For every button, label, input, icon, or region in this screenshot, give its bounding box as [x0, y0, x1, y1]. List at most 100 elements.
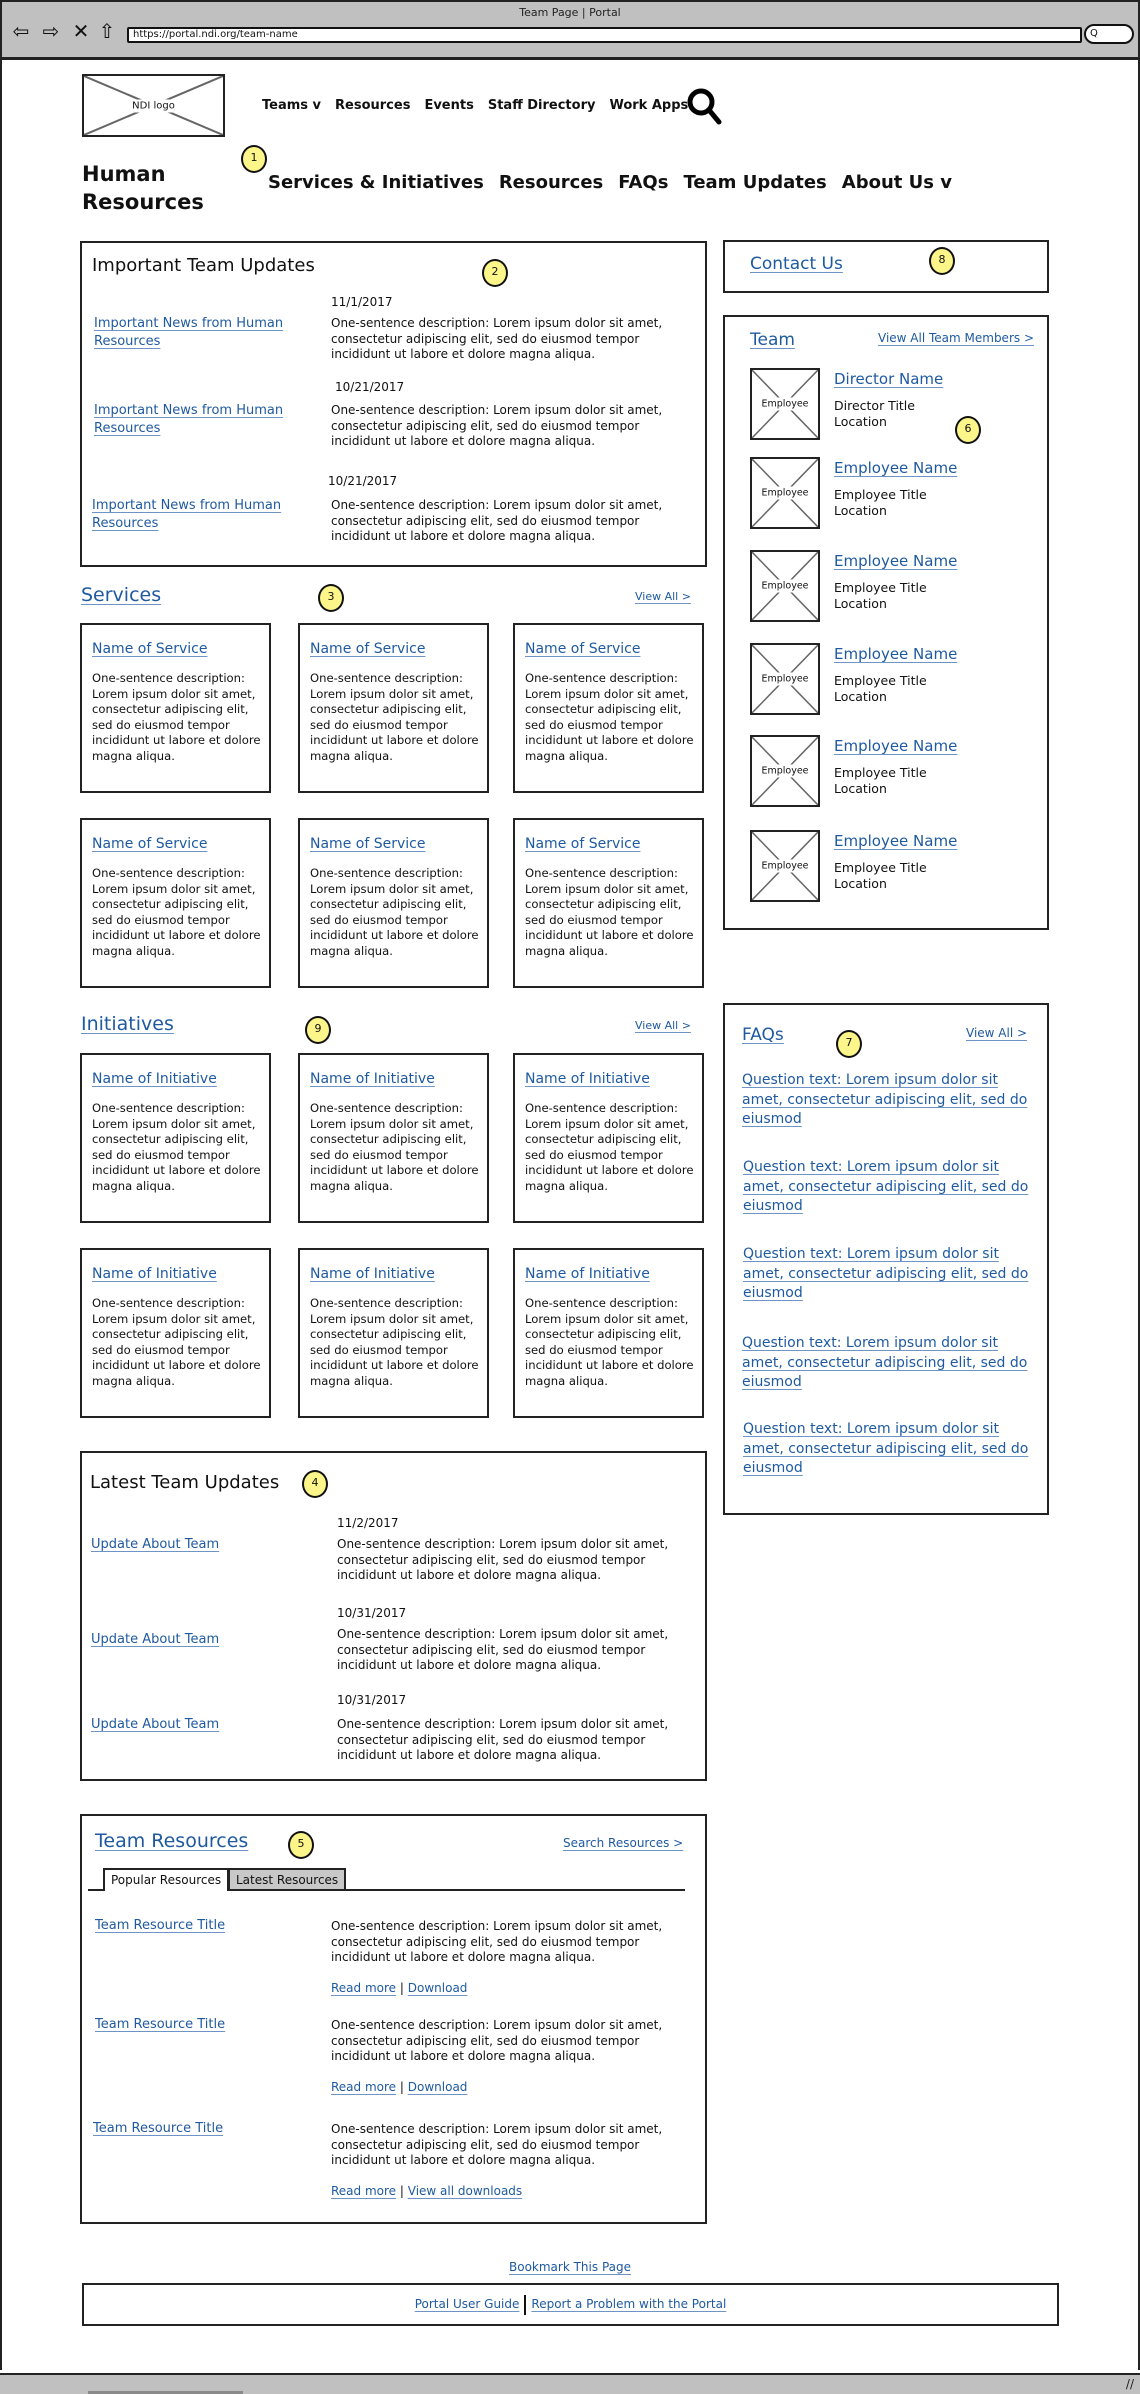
service-name-link[interactable]: Name of Service [92, 836, 207, 852]
services-title[interactable]: Services [81, 584, 161, 606]
read-more-link[interactable]: Read more [331, 2184, 396, 2198]
section-nav-services-initiatives[interactable]: Services & Initiatives [268, 172, 484, 193]
update-date: 11/2/2017 [337, 1516, 399, 1530]
browser-search-field[interactable]: Q [1084, 24, 1134, 44]
initiative-name-link[interactable]: Name of Initiative [525, 1071, 650, 1087]
initiative-description: One-sentence description: Lorem ipsum do… [92, 1101, 261, 1193]
service-name-link[interactable]: Name of Service [92, 641, 207, 657]
stop-icon[interactable]: ✕ [70, 20, 92, 42]
initiatives-title[interactable]: Initiatives [81, 1013, 174, 1035]
section-nav-about-us[interactable]: About Us v [842, 172, 952, 193]
home-icon[interactable]: ⇧ [96, 20, 118, 42]
read-more-link[interactable]: Read more [331, 2080, 396, 2094]
download-link[interactable]: Download [408, 1981, 468, 1995]
section-nav: Services & Initiatives Resources FAQs Te… [268, 172, 952, 193]
resize-grip-icon[interactable]: // [1126, 2377, 1134, 2391]
top-nav-events[interactable]: Events [424, 98, 473, 113]
search-resources-link[interactable]: Search Resources > [563, 1836, 683, 1850]
initiative-description: One-sentence description: Lorem ipsum do… [525, 1296, 694, 1388]
tab-latest-resources[interactable]: Latest Resources [228, 1868, 347, 1889]
initiative-name-link[interactable]: Name of Initiative [92, 1071, 217, 1087]
member-location: Location [834, 503, 887, 518]
photo-label: Employee [761, 579, 809, 593]
faq-question-link[interactable]: Question text: Lorem ipsum dolor sit ame… [743, 1420, 1033, 1479]
resource-title-link[interactable]: Team Resource Title [95, 1918, 225, 1933]
employee-photo: Employee [750, 643, 820, 715]
service-name-link[interactable]: Name of Service [310, 641, 425, 657]
member-details: Director Title Location [834, 398, 915, 430]
faqs-view-all[interactable]: View All > [966, 1026, 1027, 1040]
resource-title-link[interactable]: Team Resource Title [95, 2017, 225, 2032]
initiative-name-link[interactable]: Name of Initiative [310, 1266, 435, 1282]
member-name-link[interactable]: Director Name [834, 370, 943, 388]
separator: | [399, 2080, 404, 2094]
section-nav-team-updates[interactable]: Team Updates [683, 172, 826, 193]
resource-description: One-sentence description: Lorem ipsum do… [331, 2018, 663, 2063]
bookmark-page-link[interactable]: Bookmark This Page [509, 2260, 631, 2274]
read-more-link[interactable]: Read more [331, 1981, 396, 1995]
important-news-link[interactable]: Important News from Human Resources [94, 402, 294, 438]
update-date: 10/21/2017 [335, 380, 405, 394]
view-all-team-members-link[interactable]: View All Team Members > [878, 331, 1034, 345]
contact-us-link[interactable]: Contact Us [750, 254, 843, 274]
member-name-link[interactable]: Employee Name [834, 737, 957, 755]
faq-question-link[interactable]: Question text: Lorem ipsum dolor sit ame… [743, 1245, 1033, 1304]
important-news-link[interactable]: Important News from Human Resources [92, 497, 292, 533]
faqs-title[interactable]: FAQs [742, 1025, 784, 1045]
top-nav-staff-directory[interactable]: Staff Directory [488, 98, 596, 113]
services-view-all[interactable]: View All > [635, 590, 691, 603]
faq-question-link[interactable]: Question text: Lorem ipsum dolor sit ame… [742, 1071, 1032, 1130]
resource-title-link[interactable]: Team Resource Title [93, 2121, 223, 2136]
update-about-team-link[interactable]: Update About Team [91, 1716, 291, 1734]
address-bar[interactable]: https://portal.ndi.org/team-name [127, 27, 1082, 43]
top-nav-work-apps[interactable]: Work Apps [609, 98, 688, 113]
faq-question-link[interactable]: Question text: Lorem ipsum dolor sit ame… [743, 1158, 1033, 1217]
window-title: Team Page | Portal [519, 6, 621, 19]
report-problem-link[interactable]: Report a Problem with the Portal [531, 2297, 726, 2311]
ndi-logo[interactable]: NDI logo [82, 74, 225, 137]
top-nav: Teams v Resources Events Staff Directory… [262, 98, 688, 113]
team-resources-title[interactable]: Team Resources [95, 1830, 248, 1852]
top-nav-resources[interactable]: Resources [335, 98, 410, 113]
service-name-link[interactable]: Name of Service [525, 641, 640, 657]
section-nav-resources[interactable]: Resources [499, 172, 603, 193]
top-nav-teams[interactable]: Teams v [262, 98, 321, 113]
tab-popular-resources[interactable]: Popular Resources [103, 1868, 230, 1891]
footer: Portal User Guide Report a Problem with t… [82, 2283, 1059, 2326]
bookmark-row: Bookmark This Page [0, 2260, 1140, 2274]
download-link[interactable]: Download [408, 2080, 468, 2094]
member-name-link[interactable]: Employee Name [834, 645, 957, 663]
member-title: Employee Title [834, 765, 927, 780]
update-about-team-link[interactable]: Update About Team [91, 1631, 291, 1649]
initiative-name-link[interactable]: Name of Initiative [92, 1266, 217, 1282]
photo-label: Employee [761, 672, 809, 686]
initiatives-view-all[interactable]: View All > [635, 1019, 691, 1032]
resource-actions: Read more | View all downloads [331, 2184, 522, 2198]
member-name-link[interactable]: Employee Name [834, 552, 957, 570]
portal-user-guide-link[interactable]: Portal User Guide [415, 2297, 520, 2311]
back-icon[interactable]: ⇦ [10, 20, 32, 42]
browser-chrome: Team Page | Portal ⇦ ⇨ ✕ ⇧ https://porta… [0, 0, 1140, 60]
member-name-link[interactable]: Employee Name [834, 459, 957, 477]
browser-status-bar: // [0, 2373, 1140, 2394]
service-name-link[interactable]: Name of Service [310, 836, 425, 852]
forward-icon[interactable]: ⇨ [40, 20, 62, 42]
resource-description: One-sentence description: Lorem ipsum do… [331, 2122, 663, 2167]
faq-question-link[interactable]: Question text: Lorem ipsum dolor sit ame… [742, 1334, 1032, 1393]
member-location: Location [834, 596, 887, 611]
annotation-badge-2: 2 [482, 259, 508, 287]
initiative-name-link[interactable]: Name of Initiative [525, 1266, 650, 1282]
search-icon[interactable] [685, 86, 725, 126]
service-description: One-sentence description: Lorem ipsum do… [525, 866, 694, 958]
view-all-downloads-link[interactable]: View all downloads [408, 2184, 522, 2198]
service-card: Name of Service One-sentence description:… [80, 623, 271, 793]
member-name-link[interactable]: Employee Name [834, 832, 957, 850]
update-about-team-link[interactable]: Update About Team [91, 1536, 291, 1554]
team-title[interactable]: Team [750, 330, 795, 350]
service-description: One-sentence description: Lorem ipsum do… [310, 671, 479, 763]
initiative-name-link[interactable]: Name of Initiative [310, 1071, 435, 1087]
service-name-link[interactable]: Name of Service [525, 836, 640, 852]
team-member: Employee Employee Name Employee Title Loc… [750, 550, 957, 622]
important-news-link[interactable]: Important News from Human Resources [94, 315, 294, 351]
section-nav-faqs[interactable]: FAQs [618, 172, 668, 193]
